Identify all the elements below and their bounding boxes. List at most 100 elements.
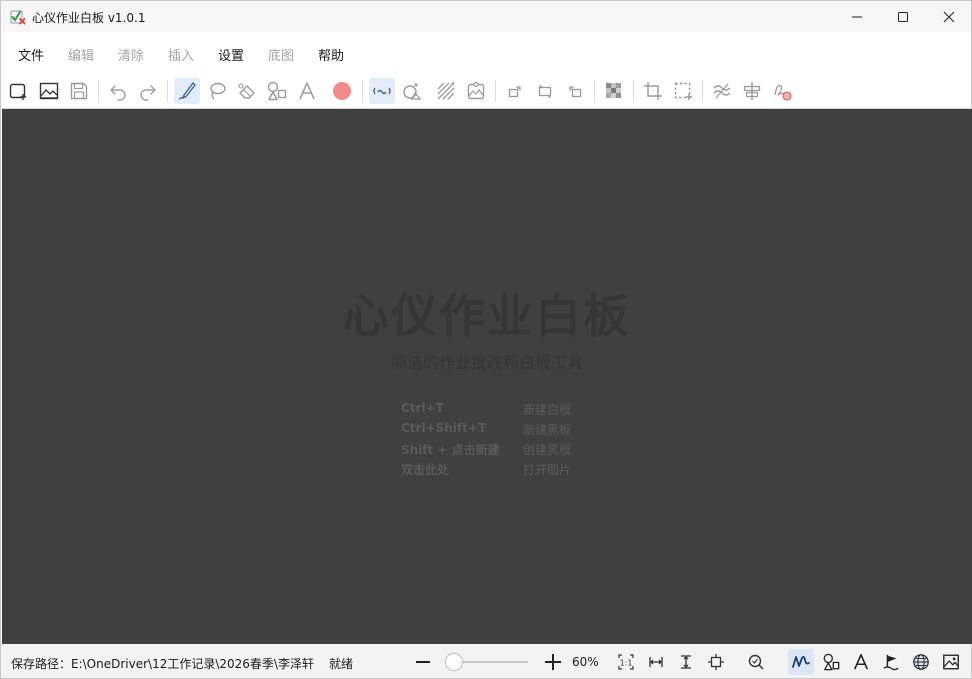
- maximize-icon: [898, 11, 908, 22]
- rotate-icon: [538, 85, 552, 98]
- text-mode-button[interactable]: [850, 651, 872, 673]
- shortcut-action: 创建黑板: [523, 443, 572, 457]
- undo-button[interactable]: [105, 78, 131, 104]
- open-image-button[interactable]: [36, 78, 62, 104]
- shortcut-action: 打开图片: [523, 463, 572, 477]
- pen-icon: [178, 82, 196, 100]
- welcome-tagline: 简洁的作业批改和白板工具: [390, 353, 583, 372]
- title-bar: 心仪作业白板 v1.0.1: [1, 1, 971, 32]
- save-path-label: 保存路径：: [11, 657, 72, 671]
- minus-icon: [416, 661, 430, 663]
- rotate-right-icon: [508, 86, 521, 98]
- rotate-button[interactable]: [532, 78, 558, 104]
- eraser-tool-button[interactable]: [234, 78, 260, 104]
- flag-icon: [883, 654, 899, 671]
- save-button[interactable]: [66, 78, 92, 104]
- shapes-mode-button[interactable]: [820, 651, 842, 673]
- shapes-icon: [823, 653, 840, 671]
- fit-page-button[interactable]: [705, 651, 727, 673]
- whiteboard-canvas[interactable]: 心仪作业白板 简洁的作业批改和白板工具 Ctrl+T 新建白板 Ctrl+Shi…: [2, 109, 972, 644]
- toolbar-separator: [167, 80, 168, 102]
- save-path-value[interactable]: E:\OneDriver\12工作记录\2026春季\李泽轩: [71, 655, 314, 672]
- zoom-percent: 60%: [572, 655, 599, 669]
- close-button[interactable]: [926, 1, 972, 32]
- menu-settings[interactable]: 设置: [218, 45, 244, 64]
- mosaic-button[interactable]: [601, 78, 627, 104]
- zoom-out-button[interactable]: [412, 651, 434, 673]
- hatch-button[interactable]: [433, 78, 459, 104]
- image-mode-button[interactable]: [940, 651, 962, 673]
- shortcut-key: Ctrl+Shift+T: [401, 421, 487, 435]
- undo-icon: [110, 85, 126, 101]
- rotate-left-button[interactable]: [562, 78, 588, 104]
- app-logo-icon: [10, 9, 26, 25]
- zoom-in-button[interactable]: [542, 651, 564, 673]
- color-swatch-icon: [333, 82, 351, 100]
- lasso-icon: [210, 82, 226, 100]
- new-whiteboard-icon: [9, 83, 26, 100]
- actual-size-icon: 1:1: [618, 654, 634, 670]
- status-bar: 保存路径： E:\OneDriver\12工作记录\2026春季\李泽轩 就绪 …: [1, 644, 971, 678]
- redo-button[interactable]: [135, 78, 161, 104]
- rotate-right-button[interactable]: [502, 78, 528, 104]
- handwriting-mode-button[interactable]: [788, 649, 814, 675]
- hatch-icon: [437, 81, 455, 100]
- toolbar: [1, 73, 971, 109]
- background-image-button[interactable]: [463, 78, 489, 104]
- shapes-tool-button[interactable]: [264, 78, 290, 104]
- text-tool-button[interactable]: [294, 78, 320, 104]
- new-whiteboard-button[interactable]: [6, 78, 32, 104]
- shapes-icon: [267, 81, 287, 101]
- close-icon: [943, 11, 955, 22]
- split-button[interactable]: [739, 78, 765, 104]
- shape-recognize-button[interactable]: [399, 78, 425, 104]
- menu-edit[interactable]: 编辑: [68, 45, 94, 64]
- signature-button[interactable]: [769, 78, 795, 104]
- toolbar-separator: [362, 80, 363, 102]
- smooth-stroke-icon: [373, 87, 391, 95]
- smooth-stroke-button[interactable]: [369, 78, 395, 104]
- fit-height-button[interactable]: [675, 651, 697, 673]
- mosaic-icon: [606, 83, 621, 98]
- lasso-tool-button[interactable]: [204, 78, 230, 104]
- split-icon: [743, 82, 761, 100]
- status-text: 就绪: [329, 657, 354, 671]
- flag-mode-button[interactable]: [880, 651, 902, 673]
- select-region-button[interactable]: [670, 78, 696, 104]
- save-icon: [70, 82, 88, 100]
- menu-insert[interactable]: 插入: [168, 45, 194, 64]
- maximize-button[interactable]: [880, 1, 926, 32]
- text-icon: [853, 653, 869, 670]
- open-image-icon: [39, 82, 59, 100]
- crop-button[interactable]: [640, 78, 666, 104]
- fit-page-icon: [708, 654, 724, 670]
- toolbar-separator: [633, 80, 634, 102]
- toolbar-separator: [495, 80, 496, 102]
- actual-size-button[interactable]: 1:1: [615, 651, 637, 673]
- minimize-button[interactable]: [834, 1, 880, 32]
- color-swatch-button[interactable]: [329, 78, 355, 104]
- fit-width-button[interactable]: [645, 651, 667, 673]
- menu-file[interactable]: 文件: [18, 45, 44, 64]
- toolbar-separator: [98, 80, 99, 102]
- pen-tool-button[interactable]: [174, 78, 200, 104]
- shortcut-action: 新建白板: [523, 403, 572, 417]
- menu-base-image[interactable]: 底图: [268, 45, 294, 64]
- zoom-slider-thumb[interactable]: [445, 653, 463, 671]
- minimize-icon: [852, 16, 862, 17]
- menu-bar: 文件 编辑 清除 插入 设置 底图 帮助: [1, 34, 971, 70]
- plus-icon: [545, 654, 561, 670]
- eraser-icon: [238, 83, 255, 99]
- redo-icon: [140, 85, 156, 101]
- select-region-icon: [674, 82, 692, 100]
- menu-clear[interactable]: 清除: [118, 45, 144, 64]
- wave-button[interactable]: [709, 78, 735, 104]
- menu-help[interactable]: 帮助: [318, 45, 344, 64]
- globe-mode-button[interactable]: [910, 651, 932, 673]
- fit-width-icon: [649, 657, 663, 667]
- zoom-search-button[interactable]: [745, 651, 767, 673]
- actual-size-label: 1:1: [620, 659, 633, 668]
- fit-height-icon: [681, 655, 691, 669]
- background-image-icon: [467, 81, 485, 100]
- crop-icon: [644, 82, 662, 100]
